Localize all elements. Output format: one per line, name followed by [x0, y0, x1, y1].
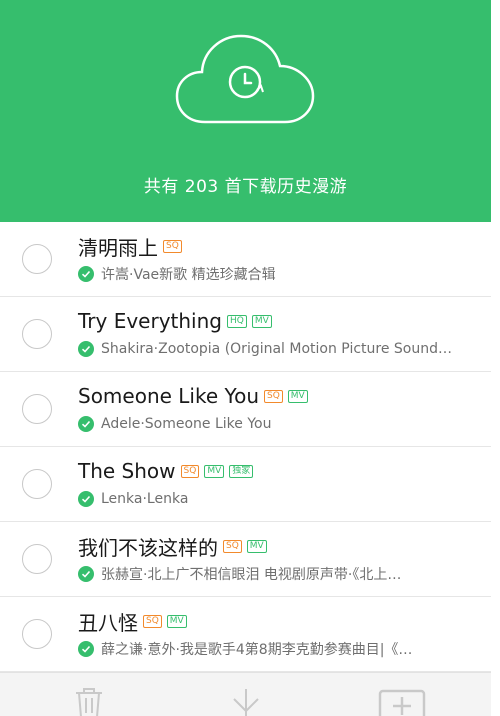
song-artist-album: Lenka·Lenka: [101, 491, 189, 507]
select-radio[interactable]: [22, 244, 52, 274]
song-row-5[interactable]: 我们不该这样的 SQ MV 张赫宣·北上广不相信眼泪 电视剧原声带·《北上…: [0, 522, 491, 597]
select-radio[interactable]: [22, 394, 52, 424]
song-title: The Show: [78, 459, 176, 483]
download-icon[interactable]: [226, 687, 266, 716]
hq-badge: HQ: [226, 314, 247, 328]
add-to-playlist-icon[interactable]: [378, 687, 426, 716]
sq-badge: SQ: [143, 614, 162, 628]
right-edge: [491, 0, 500, 716]
song-row-2[interactable]: Try Everything HQ MV Shakira·Zootopia (O…: [0, 297, 491, 372]
song-row-6[interactable]: 丑八怪 SQ MV 薛之谦·意外·我是歌手4第8期李克勤参赛曲目|《…: [0, 597, 491, 672]
downloaded-check-icon: [78, 416, 94, 432]
select-radio[interactable]: [22, 469, 52, 499]
sq-badge: SQ: [223, 539, 242, 553]
bottom-toolbar: [0, 672, 491, 716]
select-radio[interactable]: [22, 319, 52, 349]
downloaded-check-icon: [78, 266, 94, 282]
mv-badge: MV: [166, 614, 187, 628]
song-artist-album: 张赫宣·北上广不相信眼泪 电视剧原声带·《北上…: [101, 567, 402, 583]
downloaded-check-icon: [78, 491, 94, 507]
song-title: 我们不该这样的: [78, 535, 218, 560]
sq-badge: SQ: [163, 239, 182, 253]
downloaded-check-icon: [78, 641, 94, 657]
mv-badge: MV: [204, 464, 225, 478]
mv-badge: MV: [246, 539, 267, 553]
cloud-clock-icon: [175, 34, 315, 124]
song-artist-album: 薛之谦·意外·我是歌手4第8期李克勤参赛曲目|《…: [101, 642, 413, 658]
song-row-3[interactable]: Someone Like You SQ MV Adele·Someone Lik…: [0, 372, 491, 447]
downloaded-check-icon: [78, 341, 94, 357]
download-history-screen: 共有 203 首下载历史漫游 清明雨上 SQ 许嵩·Vae新歌 精选珍藏合辑 T…: [0, 0, 500, 716]
song-title: 清明雨上: [78, 235, 158, 260]
song-artist-album: Shakira·Zootopia (Original Motion Pictur…: [101, 341, 452, 357]
select-radio[interactable]: [22, 544, 52, 574]
sq-badge: SQ: [264, 389, 283, 403]
sq-badge: SQ: [180, 464, 200, 478]
song-title: Someone Like You: [78, 384, 259, 408]
mv-badge: MV: [287, 389, 308, 403]
song-list: 清明雨上 SQ 许嵩·Vae新歌 精选珍藏合辑 Try Everything H…: [0, 222, 491, 672]
song-title: 丑八怪: [78, 610, 138, 635]
song-title: Try Everything: [78, 309, 222, 333]
song-row-4[interactable]: The Show SQ MV 独家 Lenka·Lenka: [0, 447, 491, 522]
song-row-1[interactable]: 清明雨上 SQ 许嵩·Vae新歌 精选珍藏合辑: [0, 222, 491, 297]
downloaded-check-icon: [78, 566, 94, 582]
song-artist-album: Adele·Someone Like You: [101, 416, 272, 432]
header-banner: 共有 203 首下载历史漫游: [0, 0, 491, 222]
song-artist-album: 许嵩·Vae新歌 精选珍藏合辑: [101, 267, 276, 283]
trash-icon[interactable]: [72, 687, 106, 716]
mv-badge: MV: [251, 314, 272, 328]
select-radio[interactable]: [22, 619, 52, 649]
exclusive-badge: 独家: [229, 464, 254, 478]
download-count-title: 共有 203 首下载历史漫游: [143, 177, 348, 197]
